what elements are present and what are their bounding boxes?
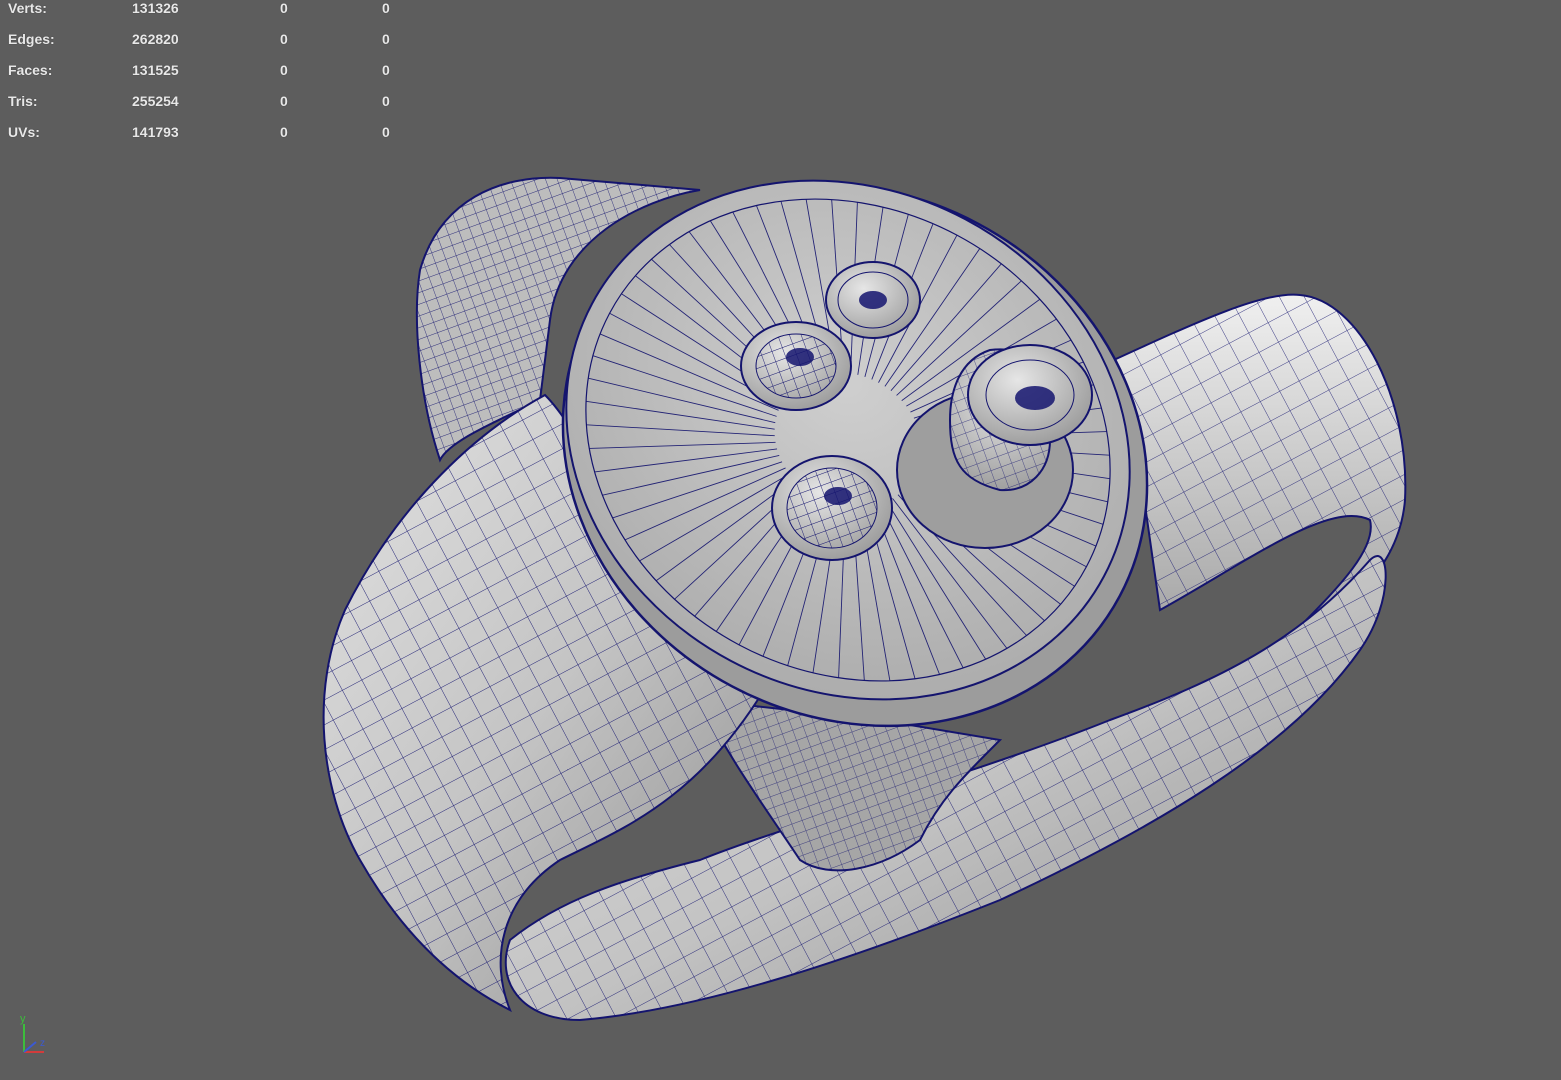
axis-y-label: y — [20, 1013, 26, 1025]
button-top[interactable] — [825, 261, 921, 339]
axis-orientation-icon: y z — [20, 1013, 45, 1053]
wireframe-controller-mesh[interactable] — [0, 0, 1561, 1080]
3d-viewport[interactable]: Verts: 131326 0 0 Edges: 262820 0 0 Face… — [0, 0, 1561, 1080]
button-left[interactable] — [740, 321, 852, 411]
axis-z-label: z — [40, 1038, 45, 1049]
button-bottom[interactable] — [771, 455, 893, 561]
